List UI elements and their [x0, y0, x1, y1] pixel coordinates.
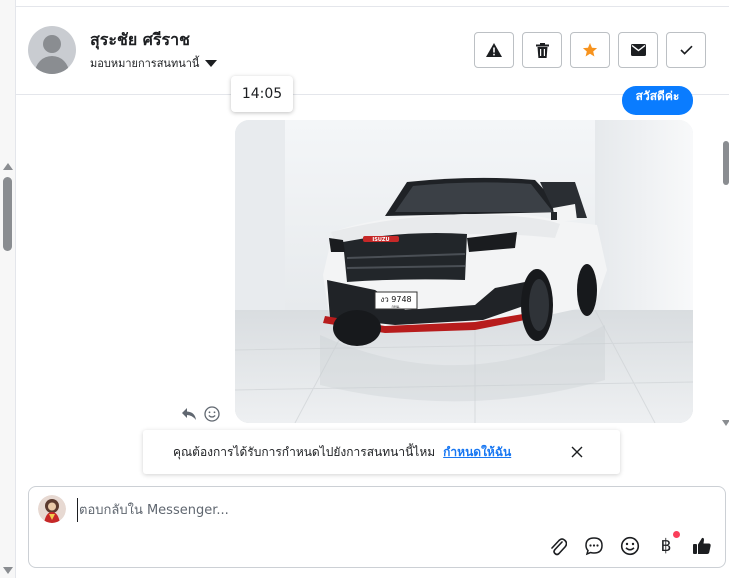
assign-to-me-link[interactable]: กำหนดให้ฉัน — [443, 443, 511, 462]
right-scrollbar-thumb[interactable] — [723, 141, 729, 185]
header-actions — [474, 32, 706, 68]
message-time-tooltip: 14:05 — [231, 76, 293, 112]
spam-button[interactable] — [474, 32, 514, 68]
star-button[interactable] — [570, 32, 610, 68]
chevron-down-icon — [205, 59, 218, 67]
scroll-up-arrow-icon[interactable] — [3, 163, 13, 170]
notification-dot — [673, 531, 680, 538]
envelope-icon — [630, 44, 646, 56]
scroll-down-arrow-icon[interactable] — [3, 567, 13, 574]
check-icon — [679, 45, 693, 55]
reply-composer: ฿ — [28, 486, 726, 568]
assign-label: มอบหมายการสนทนานี้ — [90, 57, 200, 70]
trash-icon — [535, 42, 549, 58]
page-avatar — [38, 495, 66, 523]
baht-symbol: ฿ — [660, 536, 672, 556]
mark-done-button[interactable] — [666, 32, 706, 68]
left-scrollbar-thumb[interactable] — [3, 177, 12, 251]
avatar-body — [35, 56, 69, 74]
close-icon[interactable] — [570, 445, 584, 459]
license-plate-province: กทม. — [392, 304, 401, 309]
message-tools — [181, 406, 220, 422]
reply-icon[interactable] — [181, 406, 197, 422]
emoji-icon[interactable] — [619, 535, 641, 557]
react-emoji-icon[interactable] — [204, 406, 220, 422]
right-scrollbar[interactable] — [721, 95, 729, 435]
mark-unread-button[interactable] — [618, 32, 658, 68]
assign-dropdown[interactable]: มอบหมายการสนทนานี้ — [90, 54, 218, 72]
star-icon — [582, 43, 598, 57]
outgoing-message-bubble[interactable]: สวัสดีค่ะ — [622, 86, 693, 115]
left-scrollbar[interactable] — [0, 0, 16, 578]
brand-badge: ISUZU — [372, 237, 389, 243]
warning-icon — [486, 43, 502, 57]
contact-name[interactable]: สุระชัย ศรีราช — [90, 28, 190, 53]
delete-button[interactable] — [522, 32, 562, 68]
composer-tools: ฿ — [547, 531, 713, 557]
license-plate-text: งว 9748 — [380, 295, 411, 304]
attach-icon[interactable] — [547, 535, 569, 557]
scroll-down-arrow-icon[interactable] — [722, 420, 729, 426]
image-message[interactable]: งว 9748 กทม. ISUZU — [235, 120, 693, 423]
payment-icon[interactable]: ฿ — [655, 531, 680, 557]
assign-suggestion-banner: คุณต้องการได้รับการกำหนดไปยังการสนทนานี้… — [143, 430, 620, 474]
reply-input[interactable] — [77, 498, 677, 522]
contact-avatar[interactable] — [28, 26, 76, 74]
avatar-head — [43, 35, 61, 53]
like-icon[interactable] — [691, 535, 713, 557]
outgoing-message-text: สวัสดีค่ะ — [635, 89, 680, 103]
pickup-truck-photo: งว 9748กทม. ISUZU — [235, 120, 693, 423]
saved-replies-icon[interactable] — [583, 535, 605, 557]
conversation-header: สุระชัย ศรีราช มอบหมายการสนทนานี้ — [16, 7, 729, 95]
suggestion-text: คุณต้องการได้รับการกำหนดไปยังการสนทนานี้… — [173, 444, 436, 459]
